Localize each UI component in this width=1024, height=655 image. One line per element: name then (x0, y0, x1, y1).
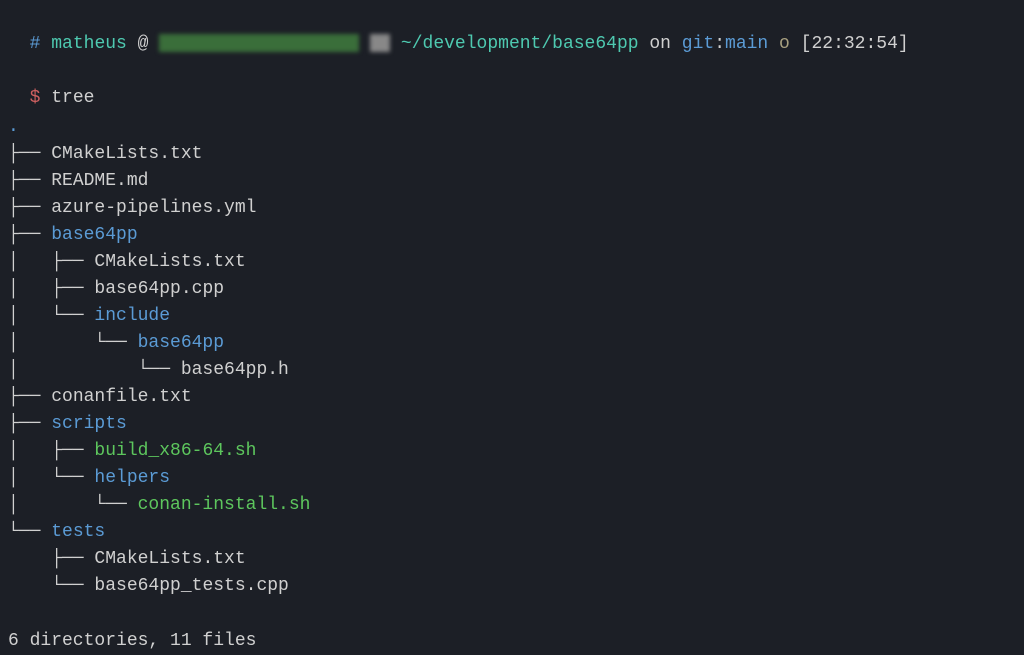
tree-branch-prefix: ├── (8, 414, 51, 434)
tree-line: │ └── helpers (8, 465, 1016, 492)
tree-line: │ └── conan-install.sh (8, 492, 1016, 519)
tree-output: . ├── CMakeLists.txt├── README.md├── azu… (8, 114, 1016, 655)
prompt-git-colon: : (714, 34, 725, 54)
tree-line: ├── CMakeLists.txt (8, 546, 1016, 573)
tree-branch-prefix: │ ├── (8, 252, 94, 272)
prompt-timestamp: [22:32:54] (801, 34, 909, 54)
tree-entry-file: azure-pipelines.yml (51, 198, 256, 218)
tree-entry-file: base64pp_tests.cpp (94, 576, 288, 596)
tree-line: │ └── base64pp (8, 330, 1016, 357)
prompt-git-branch: main (725, 34, 768, 54)
tree-line: ├── conanfile.txt (8, 384, 1016, 411)
prompt-user: matheus (51, 34, 127, 54)
prompt-hash: # (30, 34, 41, 54)
tree-entry-dir: helpers (94, 468, 170, 488)
prompt-dollar: $ (30, 88, 41, 108)
tree-entry-file: CMakeLists.txt (51, 144, 202, 164)
tree-branch-prefix: │ └── (8, 495, 138, 515)
tree-entry-file: CMakeLists.txt (94, 252, 245, 272)
prompt-git-label: git (682, 34, 714, 54)
tree-branch-prefix: │ └── (8, 468, 94, 488)
tree-line: │ ├── CMakeLists.txt (8, 249, 1016, 276)
prompt-git-marker: o (779, 34, 790, 54)
tree-line: ├── base64pp (8, 222, 1016, 249)
tree-line: │ └── include (8, 303, 1016, 330)
tree-line: ├── scripts (8, 411, 1016, 438)
prompt-line-1: # matheus @ ~/development/base64pp on gi… (8, 4, 1016, 58)
tree-branch-prefix: ├── (8, 387, 51, 407)
tree-summary: 6 directories, 11 files (8, 628, 1016, 655)
tree-entry-dir: include (94, 306, 170, 326)
tree-entry-dir: base64pp (51, 225, 137, 245)
tree-line: │ ├── base64pp.cpp (8, 276, 1016, 303)
tree-entry-file: base64pp.cpp (94, 279, 224, 299)
tree-entry-file: conanfile.txt (51, 387, 191, 407)
tree-entry-exec: conan-install.sh (138, 495, 311, 515)
tree-entry-file: base64pp.h (181, 360, 289, 380)
tree-line: │ ├── build_x86-64.sh (8, 438, 1016, 465)
tree-line: ├── README.md (8, 168, 1016, 195)
tree-entry-exec: build_x86-64.sh (94, 441, 256, 461)
tree-branch-prefix: │ ├── (8, 279, 94, 299)
prompt-at: @ (138, 34, 149, 54)
prompt-line-2[interactable]: $ tree (8, 58, 1016, 112)
tree-branch-prefix: └── (8, 522, 51, 542)
tree-branch-prefix: │ ├── (8, 441, 94, 461)
tree-branch-prefix: ├── (8, 171, 51, 191)
tree-entry-file: CMakeLists.txt (94, 549, 245, 569)
tree-branch-prefix: │ └── (8, 306, 94, 326)
tree-branch-prefix: ├── (8, 198, 51, 218)
tree-line: │ └── base64pp.h (8, 357, 1016, 384)
tree-branch-prefix: ├── (8, 144, 51, 164)
prompt-path: ~/development/base64pp (401, 34, 639, 54)
prompt-command: tree (51, 88, 94, 108)
prompt-host-redacted (159, 34, 359, 52)
tree-entry-dir: base64pp (138, 333, 224, 353)
tree-entry-file: README.md (51, 171, 148, 191)
prompt-on: on (649, 34, 671, 54)
tree-line: ├── CMakeLists.txt (8, 141, 1016, 168)
tree-branch-prefix: │ └── (8, 360, 181, 380)
tree-entry-dir: tests (51, 522, 105, 542)
prompt-host-extra (370, 34, 390, 52)
tree-branch-prefix: └── (8, 576, 94, 596)
tree-branch-prefix: ├── (8, 225, 51, 245)
tree-branch-prefix: │ └── (8, 333, 138, 353)
tree-line: └── tests (8, 519, 1016, 546)
tree-line: └── base64pp_tests.cpp (8, 573, 1016, 600)
tree-entry-dir: scripts (51, 414, 127, 434)
tree-line: ├── azure-pipelines.yml (8, 195, 1016, 222)
tree-root: . (8, 114, 1016, 141)
tree-branch-prefix: ├── (8, 549, 94, 569)
